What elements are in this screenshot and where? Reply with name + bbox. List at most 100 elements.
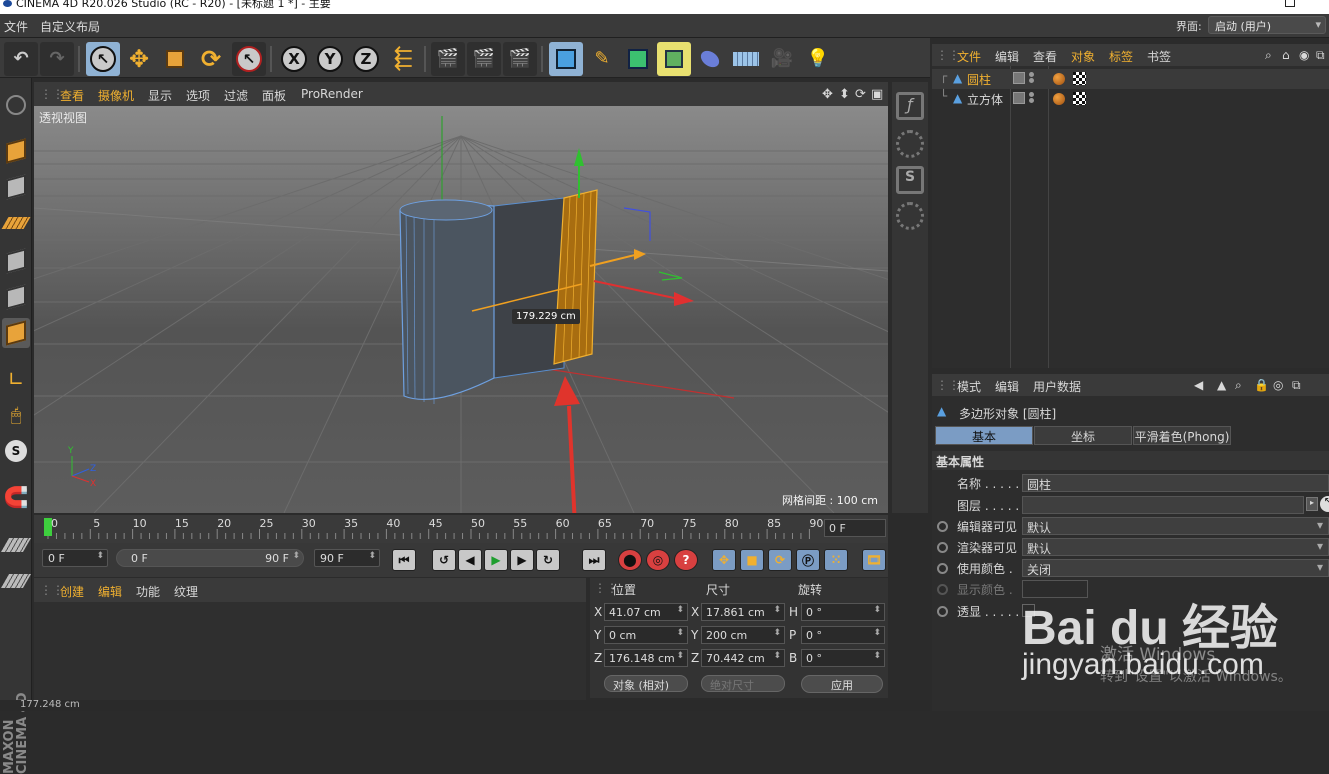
- object-menu-file[interactable]: 文件: [957, 48, 981, 65]
- coordinate-mode-select[interactable]: 对象 (相对): [604, 675, 688, 692]
- object-menu-objects[interactable]: 对象: [1071, 48, 1095, 65]
- tab-coordinates[interactable]: 坐标: [1034, 426, 1132, 445]
- perspective-viewport[interactable]: Y Z X 透视视图 179.229 cm 网格间距 : 100 cm: [34, 106, 888, 513]
- x-axis-lock-button[interactable]: X: [277, 42, 311, 76]
- key-scale-button[interactable]: ■: [740, 549, 764, 571]
- texture-mode-button[interactable]: [2, 172, 30, 202]
- position-z-field[interactable]: 176.148 cm: [604, 649, 688, 667]
- timeline-ring-icon[interactable]: [896, 130, 924, 158]
- y-axis-lock-button[interactable]: Y: [313, 42, 347, 76]
- animate-radio[interactable]: [937, 542, 948, 553]
- array-button[interactable]: [657, 42, 691, 76]
- tweak-mode-button[interactable]: 🖱: [2, 400, 30, 430]
- pick-cursor-icon[interactable]: ↖: [1320, 496, 1329, 512]
- size-z-field[interactable]: 70.442 cm: [701, 649, 785, 667]
- axis-mode-button[interactable]: ∟: [2, 364, 30, 394]
- workplane-mode-button[interactable]: [0, 566, 32, 596]
- visibility-dots[interactable]: [1029, 72, 1034, 77]
- render-settings-button[interactable]: 🎬: [503, 42, 537, 76]
- lock-workplane-button[interactable]: [0, 530, 32, 560]
- layout-select[interactable]: 启动 (用户): [1208, 16, 1326, 34]
- viewport-menu-options[interactable]: 选项: [186, 87, 210, 104]
- record-keys-button[interactable]: ⬤: [618, 549, 642, 571]
- coordinate-system-button[interactable]: ⬱: [386, 42, 420, 76]
- pen-spline-button[interactable]: ✎: [585, 42, 619, 76]
- animate-radio[interactable]: [937, 563, 948, 574]
- attribute-menu-user-data[interactable]: 用户数据: [1033, 378, 1081, 395]
- previous-frame-button[interactable]: ◀: [458, 549, 482, 571]
- scale-tool-button[interactable]: [158, 42, 192, 76]
- snap-button[interactable]: S: [2, 436, 30, 466]
- layer-swatch[interactable]: [1013, 72, 1025, 84]
- rotation-p-field[interactable]: 0 °: [801, 626, 885, 644]
- material-menu-create[interactable]: 创建: [60, 583, 84, 600]
- gizmo-z-axis[interactable]: [589, 253, 640, 267]
- position-x-field[interactable]: 41.07 cm: [604, 603, 688, 621]
- viewport-menu-display[interactable]: 显示: [148, 87, 172, 104]
- size-y-field[interactable]: 200 cm: [701, 626, 785, 644]
- cube-object[interactable]: [493, 197, 565, 379]
- target-icon[interactable]: ◎: [1273, 378, 1283, 392]
- material-menu-texture[interactable]: 纹理: [174, 583, 198, 600]
- move-tool-button[interactable]: ✥: [122, 42, 156, 76]
- size-mode-select[interactable]: 绝对尺寸: [701, 675, 785, 692]
- checker-tag-icon[interactable]: [1073, 72, 1086, 85]
- object-menu-bookmarks[interactable]: 书签: [1147, 48, 1171, 65]
- restore-window-button[interactable]: [1285, 0, 1295, 7]
- go-to-end-button[interactable]: ⏭: [582, 549, 606, 571]
- previous-key-button[interactable]: ↺: [432, 549, 456, 571]
- key-pla-button[interactable]: ⁙: [824, 549, 848, 571]
- make-editable-button[interactable]: [2, 90, 30, 120]
- redo-button[interactable]: ↷: [40, 42, 74, 76]
- animate-radio[interactable]: [937, 584, 948, 595]
- script-manager-icon[interactable]: S: [896, 166, 924, 194]
- material-tag-icon[interactable]: [1053, 73, 1065, 85]
- camera-button[interactable]: 🎥: [765, 42, 799, 76]
- home-icon[interactable]: ⌂: [1282, 48, 1290, 62]
- start-frame-field[interactable]: 0 F: [42, 549, 108, 567]
- object-row-cylinder[interactable]: ┌ ▲ 圆柱: [932, 69, 1329, 89]
- material-list-area[interactable]: [34, 602, 586, 711]
- back-arrow-icon[interactable]: ◀: [1194, 378, 1203, 392]
- render-view-button[interactable]: 🎬: [431, 42, 465, 76]
- undo-button[interactable]: ↶: [4, 42, 38, 76]
- recent-tool-button[interactable]: ↖: [232, 42, 266, 76]
- object-name[interactable]: 立方体: [967, 91, 1003, 108]
- workplane-button[interactable]: [1, 208, 31, 238]
- animate-radio[interactable]: [937, 606, 948, 617]
- object-menu-edit[interactable]: 编辑: [995, 48, 1019, 65]
- render-to-picture-viewer-button[interactable]: 🎬: [467, 42, 501, 76]
- gizmo-x-arrow[interactable]: [674, 292, 694, 306]
- timeline-window-button[interactable]: 🎞: [862, 549, 886, 571]
- deformer-button[interactable]: [693, 42, 727, 76]
- viewport-maximize-icon[interactable]: ▣: [871, 87, 883, 102]
- layer-swatch[interactable]: [1013, 92, 1025, 104]
- search-icon[interactable]: ⌕: [1265, 48, 1272, 63]
- autokey-button[interactable]: ◎: [646, 549, 670, 571]
- tab-phong[interactable]: 平滑着色(Phong): [1133, 426, 1231, 445]
- frame-range-slider[interactable]: 0 F 90 F: [116, 549, 304, 567]
- material-menu-edit[interactable]: 编辑: [98, 583, 122, 600]
- current-frame-field[interactable]: 0 F: [824, 519, 886, 537]
- render-visible-select[interactable]: 默认: [1022, 538, 1329, 556]
- xpresso-icon[interactable]: ƒ: [896, 92, 924, 120]
- layer-arrow-icon[interactable]: ▸: [1306, 497, 1318, 511]
- polygons-mode-button[interactable]: [2, 318, 30, 348]
- display-color-swatch[interactable]: [1022, 580, 1088, 598]
- object-menu-view[interactable]: 查看: [1033, 48, 1057, 65]
- viewport-nav-rotate-icon[interactable]: ⟳: [855, 87, 866, 102]
- timeline-ruler[interactable]: 0 5 10 15 20 25 30 35 40 45 50 55 60 65 70 75 80 85 90 0 F: [34, 515, 888, 543]
- size-x-field[interactable]: 17.861 cm: [701, 603, 785, 621]
- gizmo-z-arrow[interactable]: [634, 249, 646, 260]
- next-frame-button[interactable]: ▶: [510, 549, 534, 571]
- object-menu-tags[interactable]: 标签: [1109, 48, 1133, 65]
- new-window-icon[interactable]: ⧉: [1292, 378, 1301, 393]
- checker-tag-icon[interactable]: [1073, 92, 1086, 105]
- animate-radio[interactable]: [937, 521, 948, 532]
- floor-button[interactable]: [729, 42, 763, 76]
- name-field[interactable]: 圆柱: [1022, 474, 1329, 492]
- object-name[interactable]: 圆柱: [967, 71, 991, 88]
- up-arrow-icon[interactable]: ▲: [1217, 378, 1226, 392]
- position-y-field[interactable]: 0 cm: [604, 626, 688, 644]
- attribute-menu-mode[interactable]: 模式: [957, 378, 981, 395]
